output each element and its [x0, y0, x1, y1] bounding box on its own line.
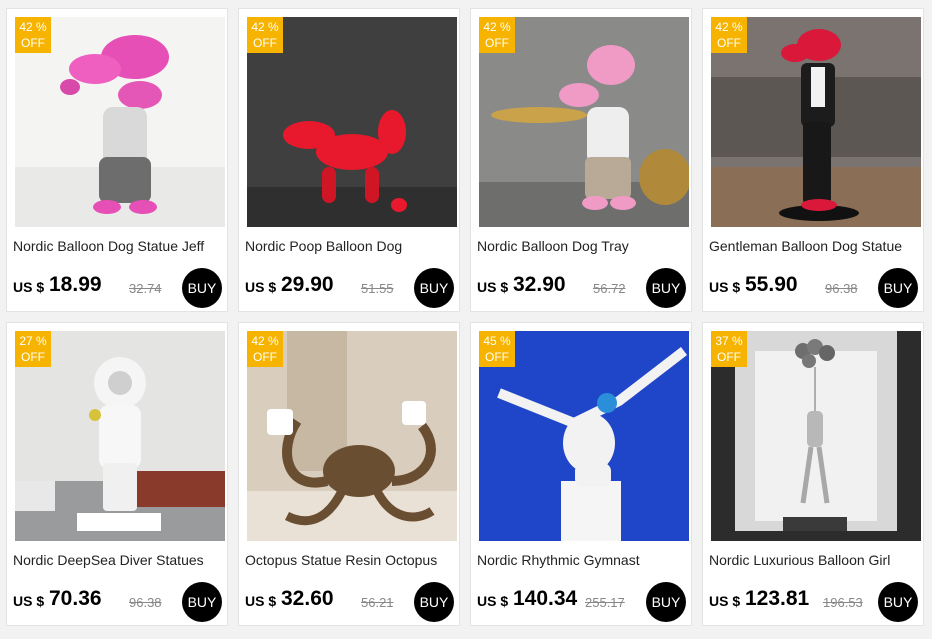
buy-button[interactable]: BUY — [878, 268, 918, 308]
discount-badge: 45 % OFF — [479, 331, 515, 367]
product-card[interactable]: 42 % OFF Nordic Balloon Dog Tray US $ 32… — [470, 8, 692, 312]
currency-label: US $ — [13, 279, 45, 295]
discount-off-label: OFF — [717, 350, 741, 364]
discount-off-label: OFF — [253, 36, 277, 50]
buy-button[interactable]: BUY — [646, 582, 686, 622]
product-price: 140.34 — [513, 587, 578, 610]
product-price: 32.60 — [281, 587, 334, 610]
product-card[interactable]: 45 % OFF Nordic Rhythmic Gymnast US $ 14… — [470, 322, 692, 626]
discount-percent: 37 % — [715, 334, 743, 348]
discount-badge: 42 % OFF — [247, 17, 283, 53]
discount-percent: 27 % — [19, 334, 47, 348]
product-card[interactable]: 27 % OFF Nordic DeepSea Diver Statues US… — [6, 322, 228, 626]
product-title[interactable]: Nordic Rhythmic Gymnast — [477, 552, 689, 568]
original-price: 96.38 — [825, 281, 858, 296]
discount-badge: 42 % OFF — [247, 331, 283, 367]
discount-percent: 42 % — [19, 20, 47, 34]
discount-off-label: OFF — [21, 36, 45, 50]
currency-label: US $ — [245, 593, 277, 609]
discount-percent: 42 % — [251, 334, 279, 348]
discount-percent: 42 % — [715, 20, 743, 34]
discount-off-label: OFF — [485, 350, 509, 364]
product-card[interactable]: 42 % OFF Octopus Statue Resin Octopus US… — [238, 322, 460, 626]
discount-off-label: OFF — [485, 36, 509, 50]
currency-label: US $ — [709, 593, 741, 609]
discount-off-label: OFF — [253, 350, 277, 364]
currency-label: US $ — [245, 279, 277, 295]
original-price: 56.21 — [361, 595, 394, 610]
buy-button[interactable]: BUY — [414, 582, 454, 622]
product-price: 55.90 — [745, 273, 798, 296]
product-price: 18.99 — [49, 273, 102, 296]
product-title[interactable]: Nordic DeepSea Diver Statues — [13, 552, 225, 568]
buy-button[interactable]: BUY — [414, 268, 454, 308]
product-title[interactable]: Octopus Statue Resin Octopus — [245, 552, 457, 568]
original-price: 255.17 — [585, 595, 625, 610]
discount-percent: 42 % — [483, 20, 511, 34]
discount-badge: 27 % OFF — [15, 331, 51, 367]
product-card[interactable]: 42 % OFF Nordic Poop Balloon Dog US $ 29… — [238, 8, 460, 312]
product-grid: 42 % OFF Nordic Balloon Dog Statue Jeff … — [0, 0, 932, 639]
currency-label: US $ — [477, 279, 509, 295]
buy-button[interactable]: BUY — [182, 268, 222, 308]
original-price: 32.74 — [129, 281, 162, 296]
product-price: 70.36 — [49, 587, 102, 610]
discount-badge: 37 % OFF — [711, 331, 747, 367]
product-title[interactable]: Gentleman Balloon Dog Statue — [709, 238, 921, 254]
discount-percent: 45 % — [483, 334, 511, 348]
product-title[interactable]: Nordic Balloon Dog Statue Jeff — [13, 238, 225, 254]
original-price: 51.55 — [361, 281, 394, 296]
discount-percent: 42 % — [251, 20, 279, 34]
buy-button[interactable]: BUY — [646, 268, 686, 308]
discount-off-label: OFF — [21, 350, 45, 364]
currency-label: US $ — [13, 593, 45, 609]
original-price: 196.53 — [823, 595, 863, 610]
product-price: 123.81 — [745, 587, 810, 610]
discount-badge: 42 % OFF — [479, 17, 515, 53]
product-card[interactable]: 42 % OFF Gentleman Balloon Dog Statue US… — [702, 8, 924, 312]
product-card[interactable]: 42 % OFF Nordic Balloon Dog Statue Jeff … — [6, 8, 228, 312]
discount-off-label: OFF — [717, 36, 741, 50]
currency-label: US $ — [709, 279, 741, 295]
product-price: 29.90 — [281, 273, 334, 296]
discount-badge: 42 % OFF — [711, 17, 747, 53]
product-card[interactable]: 37 % OFF Nordic Luxurious Balloon Girl U… — [702, 322, 924, 626]
original-price: 96.38 — [129, 595, 162, 610]
product-title[interactable]: Nordic Poop Balloon Dog — [245, 238, 457, 254]
discount-badge: 42 % OFF — [15, 17, 51, 53]
buy-button[interactable]: BUY — [182, 582, 222, 622]
original-price: 56.72 — [593, 281, 626, 296]
product-price: 32.90 — [513, 273, 566, 296]
buy-button[interactable]: BUY — [878, 582, 918, 622]
currency-label: US $ — [477, 593, 509, 609]
product-title[interactable]: Nordic Balloon Dog Tray — [477, 238, 689, 254]
product-title[interactable]: Nordic Luxurious Balloon Girl — [709, 552, 921, 568]
